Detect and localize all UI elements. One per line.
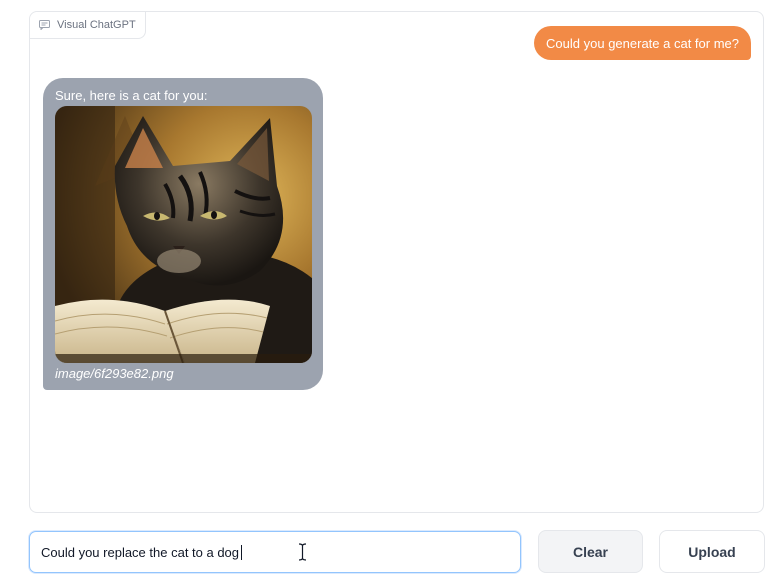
message-input-value[interactable]: Could you replace the cat to a dog (41, 545, 243, 560)
upload-button[interactable]: Upload (659, 530, 765, 573)
ibeam-cursor-icon (298, 543, 307, 561)
bot-message: Sure, here is a cat for you: image/6f293… (43, 78, 323, 390)
user-message-text: Could you generate a cat for me? (546, 35, 739, 51)
upload-button-label: Upload (688, 543, 736, 560)
clear-button-label: Clear (572, 543, 609, 560)
chatbot-label: Visual ChatGPT (30, 12, 146, 39)
clear-button[interactable]: Clear (538, 530, 643, 573)
chatbot-label-text: Visual ChatGPT (57, 19, 136, 31)
user-message: Could you generate a cat for me? (534, 26, 751, 60)
bot-message-text: Sure, here is a cat for you: (55, 88, 208, 103)
chatbot-panel: Visual ChatGPT Could you generate a cat … (29, 11, 764, 513)
text-caret (241, 545, 243, 560)
message-input[interactable]: Could you replace the cat to a dog (29, 531, 521, 573)
generated-cat-image[interactable] (55, 106, 312, 363)
message-input-text: Could you replace the cat to a dog (41, 545, 240, 560)
chat-icon (39, 20, 50, 30)
image-filename-caption: image/6f293e82.png (55, 366, 174, 381)
